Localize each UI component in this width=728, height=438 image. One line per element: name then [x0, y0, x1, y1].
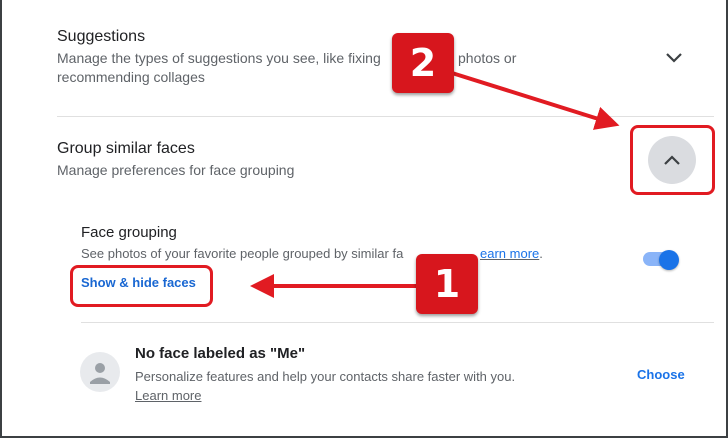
step-badge-1: 1	[416, 254, 478, 314]
arrow-2	[451, 71, 620, 130]
step-badge-2: 2	[392, 33, 454, 93]
annotation-arrows	[250, 71, 620, 298]
